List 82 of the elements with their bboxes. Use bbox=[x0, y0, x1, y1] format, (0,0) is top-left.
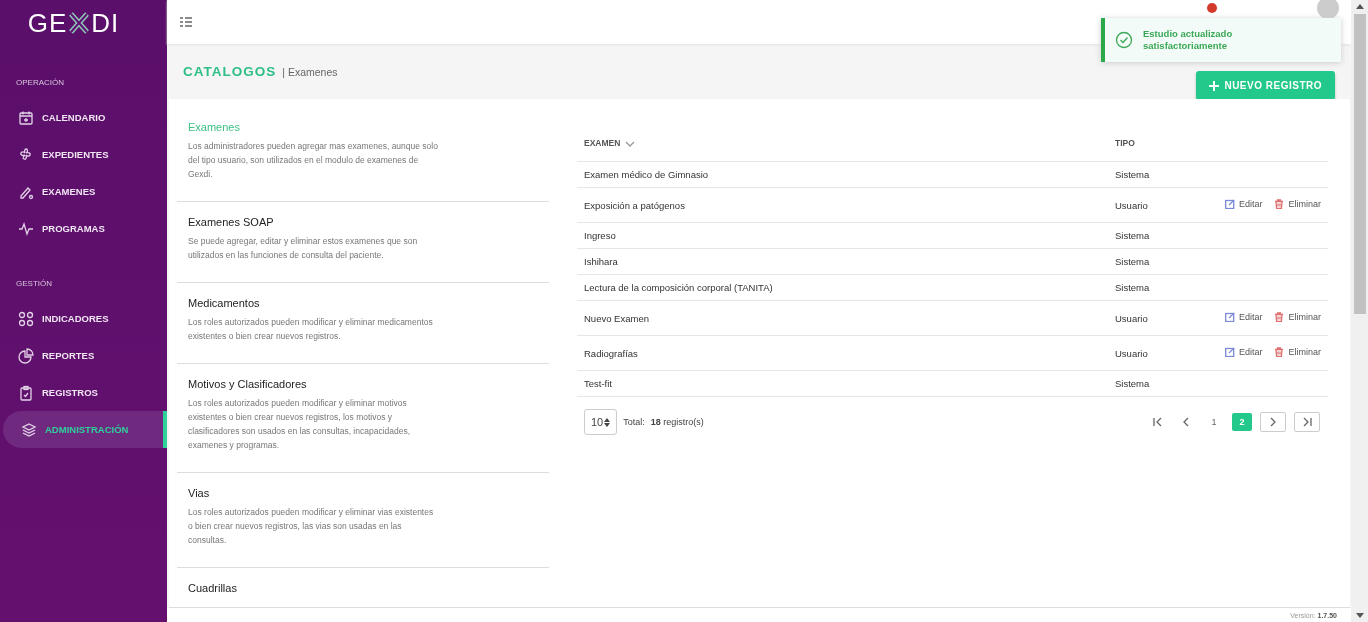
edit-link[interactable]: Editar bbox=[1224, 347, 1263, 357]
toast-message: Estudio actualizado satisfactoriamente bbox=[1143, 28, 1234, 52]
delete-link[interactable]: Eliminar bbox=[1274, 199, 1321, 209]
flower-icon bbox=[18, 146, 34, 163]
edit-icon bbox=[1224, 199, 1235, 209]
table-cell: Ingreso bbox=[577, 222, 1108, 249]
pulse-icon bbox=[18, 220, 34, 237]
catalog-description: Los administradores pueden agregar mas examenes, aunque solo del tipo usuario, son utilizados en el modulo de examenes de Gexdi. bbox=[188, 140, 438, 181]
pie-chart-icon bbox=[18, 347, 34, 364]
total-label: Total: bbox=[623, 417, 645, 427]
table-cell: Sistema bbox=[1108, 248, 1171, 275]
catalog-title[interactable]: Vias bbox=[188, 487, 538, 499]
scroll-thumb[interactable] bbox=[1353, 14, 1366, 314]
sidebar-item[interactable]: ADMINISTRACIÓN bbox=[3, 411, 167, 448]
sidebar-item[interactable]: INDICADORES bbox=[0, 300, 167, 337]
edit-icon bbox=[1224, 312, 1235, 322]
check-circle-icon bbox=[1115, 31, 1133, 49]
table-cell: Nuevo Examen bbox=[577, 300, 1108, 336]
table-cell: Exposición a patógenos bbox=[577, 187, 1108, 223]
table-cell: Radiografías bbox=[577, 335, 1108, 371]
sort-arrows-icon bbox=[604, 417, 611, 427]
table-cell: Sistema bbox=[1108, 161, 1171, 188]
sidebar-item[interactable]: REPORTES bbox=[0, 337, 167, 374]
notification-badge bbox=[1207, 3, 1217, 13]
catalog-description: Se puede agregar, editar y eliminar estos examenes que son utilizados en las funciones de consulta del paciente. bbox=[188, 235, 419, 262]
delete-link[interactable]: Eliminar bbox=[1274, 312, 1321, 322]
menu-icon bbox=[179, 16, 193, 28]
table-cell: Sistema bbox=[1108, 370, 1171, 397]
section-title: GESTIÓN bbox=[15, 278, 53, 290]
table-cell: Sistema bbox=[1108, 274, 1171, 301]
catalog-description: Los roles autorizados pueden modificar y eliminar motivos existentes o bien crear nuevos registros, los motivos y clasificadores son usados en las consultas, incapacidades, examenes y programas. bbox=[188, 397, 412, 452]
previous-page-icon bbox=[1181, 417, 1191, 427]
first-page-icon bbox=[1153, 417, 1163, 427]
edit-icon bbox=[1224, 347, 1235, 357]
catalog-title[interactable]: Medicamentos bbox=[188, 297, 538, 309]
table-cell: Usuario bbox=[1108, 335, 1171, 371]
scroll-down-icon bbox=[1355, 613, 1364, 618]
sidebar-item[interactable]: EXAMENES bbox=[0, 173, 167, 210]
last-page-icon bbox=[1302, 417, 1312, 427]
sidebar-item[interactable]: PROGRAMAS bbox=[0, 210, 167, 247]
edit-link[interactable]: Editar bbox=[1224, 199, 1263, 209]
calendar-icon bbox=[18, 109, 34, 126]
next-page-button[interactable] bbox=[1260, 412, 1286, 432]
sidebar-item[interactable]: REGISTROS bbox=[0, 374, 167, 411]
page-size-select[interactable]: 10 bbox=[584, 409, 618, 435]
catalog-title[interactable]: Motivos y Clasificadores bbox=[188, 378, 538, 390]
layers-icon bbox=[21, 421, 37, 438]
catalog-description: Los roles autorizados pueden modificar y eliminar vias existentes o bien crear nuevos registros, las vias son usadas en las consultas. bbox=[188, 506, 435, 547]
trash-icon bbox=[1274, 312, 1285, 322]
section-title: OPERACIÓN bbox=[15, 77, 65, 89]
catalog-description: Los roles autorizados pueden modificar y eliminar medicamentos existentes o bien crear nuevos registros. bbox=[188, 316, 434, 343]
table-cell: Ishihara bbox=[577, 248, 1108, 275]
last-page-button[interactable] bbox=[1294, 412, 1320, 432]
table-cell: Test-fit bbox=[577, 370, 1108, 397]
delete-link[interactable]: Eliminar bbox=[1274, 347, 1321, 357]
sidebar-item[interactable]: CALENDARIO bbox=[0, 99, 167, 136]
total-count: 18 registro(s) bbox=[650, 417, 704, 427]
logo: GE DI bbox=[26, 6, 121, 40]
table-cell: Lectura de la composición corporal (TANITA) bbox=[577, 274, 1108, 301]
clipboard-icon bbox=[18, 384, 34, 401]
catalog-title[interactable]: Cuadrillas bbox=[188, 582, 538, 594]
table-cell: Usuario bbox=[1108, 187, 1171, 223]
plus-icon bbox=[1209, 80, 1220, 91]
column-header[interactable]: EXAMEN bbox=[577, 125, 1108, 162]
table-cell: Usuario bbox=[1108, 300, 1171, 336]
table-cell: Sistema bbox=[1108, 222, 1171, 249]
breadcrumb: | Examenes bbox=[282, 66, 338, 78]
grid-icon bbox=[18, 310, 34, 327]
logo-cross-icon bbox=[68, 11, 91, 35]
sort-chevron-icon bbox=[625, 140, 636, 147]
edit-link[interactable]: Editar bbox=[1224, 312, 1263, 322]
trash-icon bbox=[1274, 347, 1285, 357]
sidebar-item[interactable]: EXPEDIENTES bbox=[0, 136, 167, 173]
next-page-icon bbox=[1268, 417, 1278, 427]
scroll-up-icon bbox=[1355, 4, 1364, 9]
page-button[interactable]: 1 bbox=[1204, 413, 1224, 431]
column-header: TIPO bbox=[1108, 125, 1171, 162]
table-cell: Examen médico de Gimnasio bbox=[577, 161, 1108, 188]
catalog-title[interactable]: Examenes SOAP bbox=[188, 216, 538, 228]
page-title: CATALOGOS bbox=[183, 64, 277, 79]
scrollbar[interactable] bbox=[1351, 0, 1368, 622]
trash-icon bbox=[1274, 199, 1285, 209]
